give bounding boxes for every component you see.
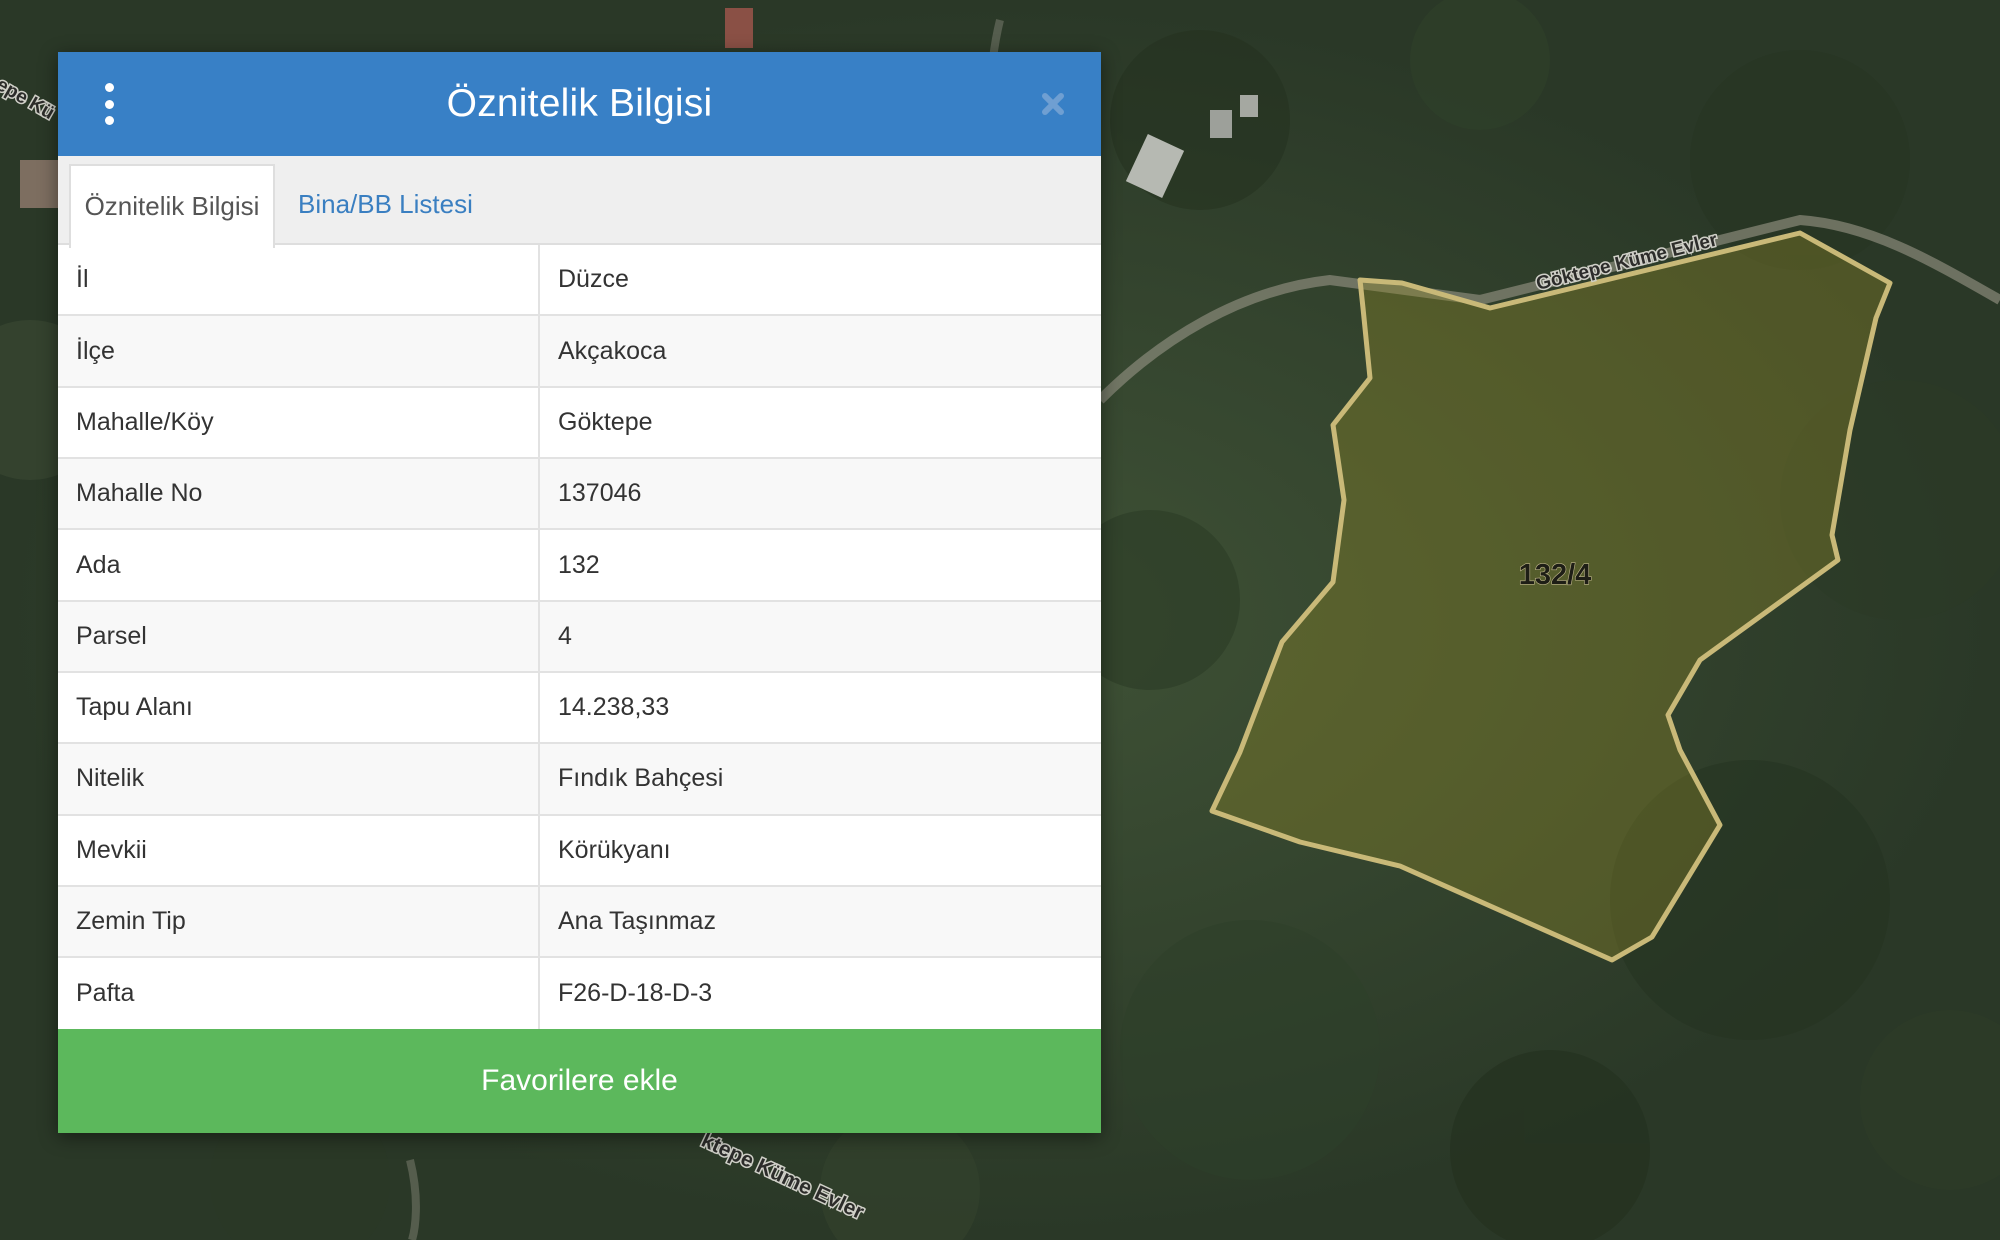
table-row: Ada 132 — [58, 530, 1101, 602]
row-key: Zemin Tip — [58, 886, 540, 957]
row-key: Parsel — [58, 601, 540, 671]
table-row: Pafta F26-D-18-D-3 — [58, 958, 1101, 1030]
row-value: 4 — [558, 621, 572, 650]
table-row: İlçe Akçakoca — [58, 316, 1101, 388]
tab-attribute-info[interactable]: Öznitelik Bilgisi — [69, 163, 275, 248]
row-value: 14.238,33 — [558, 693, 670, 722]
row-key: Mevkii — [58, 815, 540, 885]
row-key: Mahalle No — [58, 459, 540, 529]
row-value: Düzce — [558, 265, 629, 294]
close-icon[interactable] — [1031, 82, 1075, 126]
table-row: Zemin Tip Ana Taşınmaz — [58, 886, 1101, 959]
panel-title: Öznitelik Bilgisi — [446, 81, 713, 125]
row-value: Körükyanı — [558, 835, 671, 864]
row-key: Tapu Alanı — [58, 672, 540, 743]
add-to-favorites-button[interactable]: Favorilere ekle — [58, 1029, 1101, 1134]
table-row: Mahalle/Köy Göktepe — [58, 387, 1101, 460]
row-value: Ana Taşınmaz — [558, 907, 716, 935]
tab-building-list[interactable]: Bina/BB Listesi — [280, 164, 491, 248]
table-row: Tapu Alanı 14.238,33 — [58, 672, 1101, 745]
row-key: Ada — [58, 530, 540, 600]
panel-header: Öznitelik Bilgisi — [58, 52, 1101, 156]
row-key: Mahalle/Köy — [58, 387, 540, 458]
table-row: Nitelik Fındık Bahçesi — [58, 744, 1101, 816]
tab-bar: Öznitelik Bilgisi Bina/BB Listesi — [58, 155, 1101, 248]
table-row: Mevkii Körükyanı — [58, 815, 1101, 887]
attribute-info-panel: Öznitelik Bilgisi Öznitelik Bilgisi Bina… — [58, 52, 1101, 1134]
parcel-label: 132/4 — [1519, 559, 1592, 591]
row-value: Göktepe — [558, 407, 653, 436]
row-value: 137046 — [558, 479, 642, 508]
attribute-table: İl Düzce İlçe Akçakoca Mahalle/Köy Gökte… — [58, 245, 1101, 1030]
table-row: Parsel 4 — [58, 601, 1101, 673]
row-key: İlçe — [58, 316, 540, 386]
row-value: Fındık Bahçesi — [558, 764, 724, 793]
row-value: F26-D-18-D-3 — [558, 979, 713, 1008]
row-key: Pafta — [58, 958, 540, 1030]
row-value: 132 — [558, 550, 600, 579]
row-key: Nitelik — [58, 744, 540, 814]
table-row: İl Düzce — [58, 245, 1101, 317]
table-row: Mahalle No 137046 — [58, 459, 1101, 531]
row-value: Akçakoca — [558, 336, 667, 365]
vertical-dots-icon[interactable] — [94, 83, 124, 125]
row-key: İl — [58, 245, 540, 315]
